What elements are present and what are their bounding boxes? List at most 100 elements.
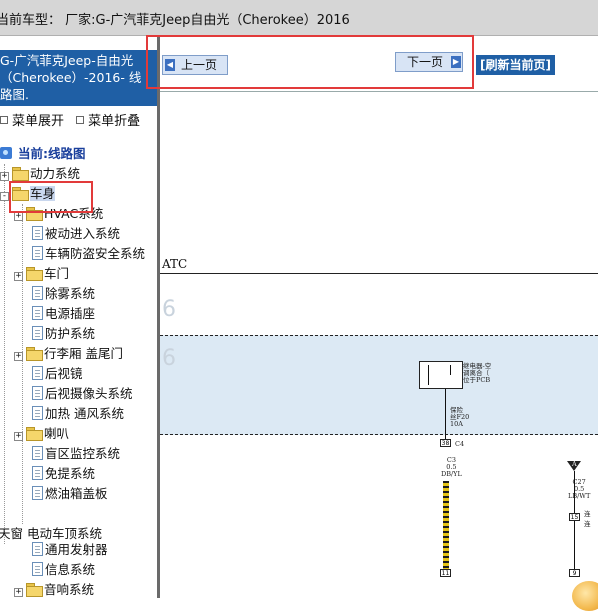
cursor-blob: [572, 581, 598, 611]
document-icon: [32, 466, 43, 480]
folder-icon: [26, 583, 43, 597]
expand-icon[interactable]: +: [14, 352, 23, 361]
tree-item-horn[interactable]: + 喇叭: [14, 424, 69, 444]
expand-icon[interactable]: +: [14, 212, 23, 221]
collapse-icon[interactable]: -: [0, 192, 9, 201]
document-icon: [32, 406, 43, 420]
collapse-square-icon: [76, 116, 85, 124]
expand-all-label: 菜单展开: [12, 114, 65, 129]
document-icon: [32, 486, 43, 500]
tree-item-trunk[interactable]: + 行李厢 盖尾门: [14, 344, 123, 364]
current-vehicle-text: 当前车型： 厂家:G-广汽菲克Jeep自由光（Cherokee）2016: [0, 13, 350, 28]
current-vehicle-bar: 当前车型： 厂家:G-广汽菲克Jeep自由光（Cherokee）2016: [0, 0, 598, 36]
folder-open-icon: [12, 187, 29, 201]
side-text: 连: [584, 520, 591, 528]
prev-page-button[interactable]: ◀ 上一页: [162, 55, 228, 75]
connector-c4: C4: [455, 440, 465, 448]
watermark: 6: [162, 346, 176, 371]
watermark: 6: [162, 297, 176, 322]
relay-coil: [428, 365, 429, 385]
folder-icon: [12, 167, 29, 181]
tree-item-powertrain[interactable]: + 动力系统: [0, 164, 80, 184]
tree-item-rear-camera[interactable]: 后视摄像头系统: [32, 384, 133, 404]
main-content: ◀ 上一页 下一页 ▶ [刷新当前页] ATC 6 6 继电器-空 调离合（ 位…: [160, 36, 598, 611]
sidebar-title-line: 路图.: [0, 87, 29, 102]
page-navigation: ◀ 上一页 下一页 ▶ [刷新当前页]: [160, 52, 598, 76]
pin-15: 15: [569, 513, 580, 521]
document-icon: [32, 246, 43, 260]
tree-item-mirrors[interactable]: 后视镜: [32, 364, 83, 384]
wire-left-label: C3 0.5 DB/YL: [441, 457, 462, 478]
module-line: [160, 273, 598, 274]
folder-icon: [26, 267, 43, 281]
document-icon: [32, 286, 43, 300]
expand-square-icon: [0, 116, 8, 124]
tree-item-power-outlet[interactable]: 电源插座: [32, 304, 95, 324]
document-icon: [32, 306, 43, 320]
document-icon: [32, 326, 43, 340]
tree-item-blind-spot[interactable]: 盲区监控系统: [32, 444, 120, 464]
relay-contact: [450, 365, 451, 375]
tree-item-fuel-door[interactable]: 燃油箱盖板: [32, 484, 108, 504]
tree-current-label: 当前:线路图: [17, 146, 86, 161]
pin-11: 11: [440, 569, 451, 577]
pcb-band: [160, 335, 598, 435]
module-label: ATC: [162, 257, 188, 271]
expand-icon[interactable]: +: [0, 172, 9, 181]
pin-38: 38: [440, 439, 451, 447]
expand-icon[interactable]: +: [14, 432, 23, 441]
document-icon: [32, 446, 43, 460]
divider: [160, 91, 598, 92]
tree-item-defog[interactable]: 除雾系统: [32, 284, 95, 304]
wire-right-label: C27 0.5 LB/WT: [568, 479, 590, 500]
tree-item-audio[interactable]: + 音响系统: [14, 580, 94, 598]
sidebar-title: G-广汽菲克Jeep-自由光 （Cherokee）-2016- 线 路图.: [0, 50, 160, 106]
expand-icon[interactable]: +: [14, 588, 23, 597]
pin-9: 9: [569, 569, 580, 577]
tree-item-hvac[interactable]: + HVAC系统: [14, 204, 103, 224]
prev-page-label: 上一页: [180, 58, 217, 72]
folder-icon: [26, 207, 43, 221]
wire-line: [574, 471, 575, 571]
tree-item-body[interactable]: - 车身: [0, 184, 56, 204]
next-page-label: 下一页: [406, 55, 443, 69]
collapse-all-label: 菜单折叠: [88, 114, 141, 129]
tree-item-heating[interactable]: 加热 通风系统: [32, 404, 124, 424]
tree-item-doors[interactable]: + 车门: [14, 264, 69, 284]
tree-item-handsfree[interactable]: 免提系统: [32, 464, 95, 484]
sidebar-title-line: G-广汽菲克Jeep-自由光: [0, 53, 134, 68]
map-icon: [0, 147, 12, 159]
next-page-button[interactable]: 下一页 ▶: [395, 52, 463, 72]
document-icon: [32, 366, 43, 380]
document-icon: [32, 562, 43, 576]
relay-label: 继电器-空 调离合（ 位于PCB: [463, 363, 491, 384]
fuse-text: 10A: [450, 420, 463, 428]
tree-item-protection[interactable]: 防护系统: [32, 324, 95, 344]
tree-item-passive-entry[interactable]: 被动进入系统: [32, 224, 120, 244]
tree-item-info-system[interactable]: 信息系统: [32, 560, 95, 580]
arrow-left-icon: ◀: [165, 59, 175, 71]
tree-current: 当前:线路图: [0, 144, 85, 164]
tree-menu: 当前:线路图 + 动力系统 - 车身 + HVAC系统 被动进入系统 车辆防盗安全系统…: [0, 140, 157, 598]
expand-all-button[interactable]: 菜单展开: [0, 114, 64, 129]
tree-item-security[interactable]: 车辆防盗安全系统: [32, 244, 145, 264]
side-text: 连: [584, 510, 591, 518]
expand-icon[interactable]: +: [14, 272, 23, 281]
relay-symbol: [419, 361, 463, 389]
wire-yellow: [443, 481, 449, 571]
document-icon: [32, 386, 43, 400]
document-icon: [32, 226, 43, 240]
menu-tools: 菜单展开 菜单折叠: [0, 110, 158, 130]
collapse-all-button[interactable]: 菜单折叠: [76, 114, 140, 129]
tree-item-universal-transmitter[interactable]: 通用发射器: [32, 540, 108, 560]
wire-text: DB/YL: [441, 470, 462, 478]
arrow-right-icon: ▶: [451, 56, 461, 68]
wire-text: LB/WT: [568, 492, 591, 500]
ground-label: A: [572, 460, 577, 468]
sidebar-title-line: （Cherokee）-2016- 线: [0, 70, 142, 85]
wiring-diagram[interactable]: ATC 6 6 继电器-空 调离合（ 位于PCB 保险 丝F20 10A 38 …: [160, 251, 598, 611]
folder-icon: [26, 427, 43, 441]
refresh-page-link[interactable]: [刷新当前页]: [476, 55, 555, 75]
relay-text: 位于PCB: [463, 376, 491, 384]
document-icon: [32, 542, 43, 556]
